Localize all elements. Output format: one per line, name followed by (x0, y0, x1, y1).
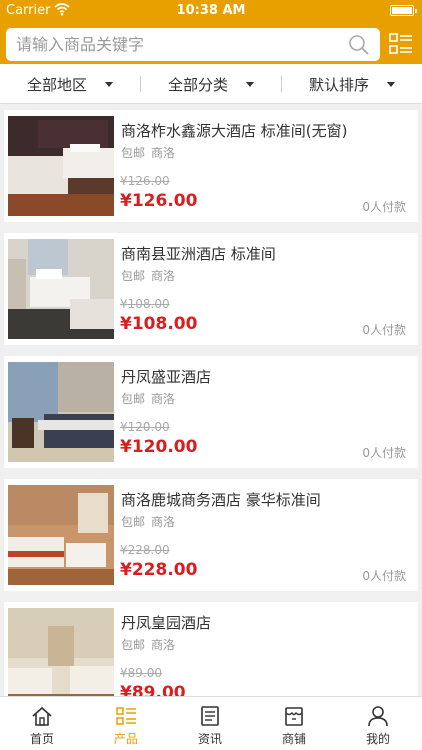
tab-mine[interactable]: 我的 (336, 697, 420, 750)
status-bar: Carrier 10:38 AM (0, 0, 422, 22)
paid-count: 0人付款 (362, 569, 406, 583)
tab-products-label: 产品 (113, 732, 138, 746)
sort-filter[interactable]: 默认排序 (282, 64, 422, 104)
product-image (8, 485, 114, 585)
original-price: ¥108.00 (120, 297, 170, 311)
product-card[interactable]: 丹凤盛亚酒店 包邮 商洛 ¥120.00 ¥120.00 0人付款 (4, 356, 418, 468)
location-tag: 商洛 (151, 392, 176, 406)
shipping-tag: 包邮 (121, 146, 146, 160)
product-title: 商洛鹿城商务酒店 豪华标准间 (121, 491, 321, 509)
news-icon (201, 706, 219, 726)
product-title: 商南县亚洲酒店 标准间 (121, 245, 276, 263)
paid-count: 0人付款 (362, 323, 406, 337)
product-card[interactable]: 商南县亚洲酒店 标准间 包邮 商洛 ¥108.00 ¥108.00 0人付款 (4, 233, 418, 345)
product-card[interactable]: 丹凤皇园酒店 包邮 商洛 ¥89.00 ¥89.00 (4, 602, 418, 696)
tab-news[interactable]: 资讯 (168, 697, 252, 750)
tab-mine-label: 我的 (365, 732, 390, 746)
tab-news-label: 资讯 (197, 732, 222, 746)
product-tags: 包邮 商洛 (121, 513, 175, 530)
app-header: Carrier 10:38 AM (0, 0, 422, 64)
product-tags: 包邮 商洛 (121, 144, 175, 161)
sale-price: ¥126.00 (120, 191, 198, 211)
tab-home[interactable]: 首页 (0, 697, 84, 750)
original-price: ¥120.00 (120, 420, 170, 434)
category-filter[interactable]: 全部分类 (141, 64, 281, 104)
product-tags: 包邮 商洛 (121, 267, 175, 284)
original-price: ¥228.00 (120, 543, 170, 557)
product-list-icon (116, 707, 136, 725)
user-icon (368, 706, 388, 727)
chevron-down-icon (387, 81, 395, 87)
product-card[interactable]: 商洛柞水鑫源大酒店 标准间(无窗) 包邮 商洛 ¥126.00 ¥126.00 0… (4, 110, 418, 222)
filter-bar: 全部地区 全部分类 默认排序 (0, 64, 422, 104)
category-filter-label: 全部分类 (167, 75, 228, 94)
shipping-tag: 包邮 (121, 392, 146, 406)
product-title: 丹凤盛亚酒店 (121, 368, 212, 386)
chevron-down-icon (246, 81, 254, 87)
sale-price: ¥120.00 (120, 437, 198, 457)
paid-count: 0人付款 (362, 446, 406, 460)
product-card[interactable]: 商洛鹿城商务酒店 豪华标准间 包邮 商洛 ¥228.00 ¥228.00 0人付款 (4, 479, 418, 591)
bottom-tab-bar: 首页 产品 资讯 商铺 我的 (0, 696, 422, 750)
product-image (8, 239, 114, 339)
original-price: ¥126.00 (120, 174, 170, 188)
product-list: 商洛柞水鑫源大酒店 标准间(无窗) 包邮 商洛 ¥126.00 ¥126.00 0… (0, 104, 422, 696)
location-tag: 商洛 (151, 269, 176, 283)
paid-count: 0人付款 (362, 200, 406, 214)
product-image (8, 608, 114, 696)
product-title: 商洛柞水鑫源大酒店 标准间(无窗) (121, 122, 348, 140)
chevron-down-icon (105, 81, 113, 87)
tab-shops[interactable]: 商铺 (252, 697, 336, 750)
location-tag: 商洛 (151, 146, 176, 160)
battery-icon (390, 5, 417, 16)
product-title: 丹凤皇园酒店 (121, 614, 212, 632)
shop-icon (285, 707, 303, 726)
shipping-tag: 包邮 (121, 269, 146, 283)
shipping-tag: 包邮 (121, 638, 146, 652)
search-icon[interactable] (348, 34, 370, 56)
original-price: ¥89.00 (120, 666, 162, 680)
search-box (6, 28, 380, 61)
product-tags: 包邮 商洛 (121, 390, 175, 407)
region-filter-label: 全部地区 (26, 75, 87, 94)
product-tags: 包邮 商洛 (121, 636, 175, 653)
sale-price: ¥89.00 (120, 683, 186, 696)
product-image (8, 362, 114, 462)
search-input[interactable] (16, 28, 336, 61)
tab-products[interactable]: 产品 (84, 697, 168, 750)
home-icon (32, 706, 52, 726)
product-image (8, 116, 114, 216)
tab-home-label: 首页 (29, 732, 54, 746)
shipping-tag: 包邮 (121, 515, 146, 529)
sale-price: ¥108.00 (120, 314, 198, 334)
location-tag: 商洛 (151, 515, 176, 529)
menu-list-icon[interactable] (388, 31, 414, 57)
region-filter[interactable]: 全部地区 (0, 64, 140, 104)
status-time: 10:38 AM (176, 3, 246, 18)
location-tag: 商洛 (151, 638, 176, 652)
sort-filter-label: 默认排序 (308, 75, 369, 94)
sale-price: ¥228.00 (120, 560, 198, 580)
tab-shops-label: 商铺 (281, 732, 306, 746)
